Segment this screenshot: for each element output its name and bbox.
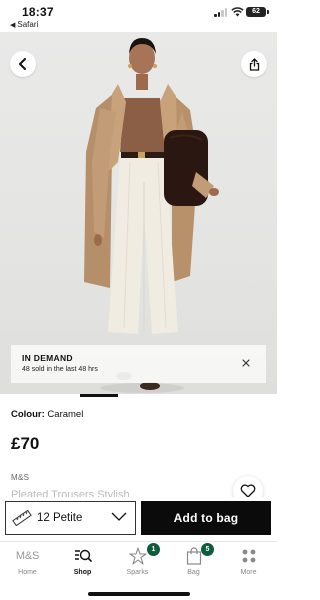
product-image[interactable]: IN DEMAND 48 sold in the last 48 hrs [0, 32, 277, 394]
size-selector[interactable]: 12 Petite [5, 501, 136, 535]
tab-sparks[interactable]: 1 Sparks [110, 543, 165, 580]
bag-count-badge: 5 [201, 543, 214, 556]
price: £70 [11, 434, 40, 453]
back-app-label: Safari [17, 20, 39, 29]
in-demand-banner: IN DEMAND 48 sold in the last 48 hrs [11, 345, 266, 383]
brand-name: M&S [11, 473, 30, 482]
heart-icon [240, 484, 256, 498]
share-button[interactable] [241, 51, 267, 77]
ms-logo-icon: M&S [15, 550, 40, 562]
tab-sparks-label: Sparks [126, 569, 149, 576]
model-photo [84, 38, 219, 393]
shopping-bag-icon [186, 547, 201, 565]
purchase-bar: 12 Petite Add to bag [0, 497, 277, 541]
in-demand-title: IN DEMAND [22, 353, 73, 363]
size-value: 12 Petite [37, 512, 83, 524]
tab-home-label: Home [18, 569, 37, 576]
tab-more-label: More [240, 569, 257, 576]
chevron-left-icon [19, 58, 26, 70]
back-button[interactable] [10, 51, 36, 77]
battery-icon: 62 [246, 7, 269, 17]
sparks-count-badge: 1 [147, 543, 160, 556]
tab-more[interactable]: More [221, 546, 276, 580]
tab-shop-label: Shop [73, 569, 92, 576]
search-list-icon [74, 549, 92, 562]
share-icon [249, 57, 259, 71]
add-to-bag-button[interactable]: Add to bag [141, 501, 271, 535]
clock: 18:37 [22, 5, 54, 19]
chevron-down-icon [111, 512, 127, 521]
colour-value: Caramel [47, 409, 84, 420]
sparks-star-icon [128, 547, 147, 565]
colour-label: Colour: [11, 409, 45, 420]
back-to-safari-link[interactable]: ◀ Safari [10, 20, 38, 29]
back-triangle-icon: ◀ [10, 22, 16, 29]
wifi-icon [231, 7, 244, 17]
in-demand-subtitle: 48 sold in the last 48 hrs [22, 366, 98, 373]
tab-bag-label: Bag [187, 569, 200, 576]
ruler-icon [12, 510, 32, 526]
tab-shop[interactable]: Shop [55, 546, 110, 580]
carousel-indicator [80, 394, 118, 397]
grid-menu-icon [242, 549, 255, 563]
tab-bag[interactable]: 5 Bag [166, 543, 221, 580]
close-icon[interactable] [240, 357, 252, 369]
tab-home[interactable]: M&S Home [0, 546, 55, 580]
colour-row: Colour: Caramel [11, 409, 83, 420]
home-indicator [88, 592, 190, 596]
cellular-signal-icon [214, 8, 228, 17]
status-bar: 18:37 ◀ Safari 62 [0, 0, 277, 32]
